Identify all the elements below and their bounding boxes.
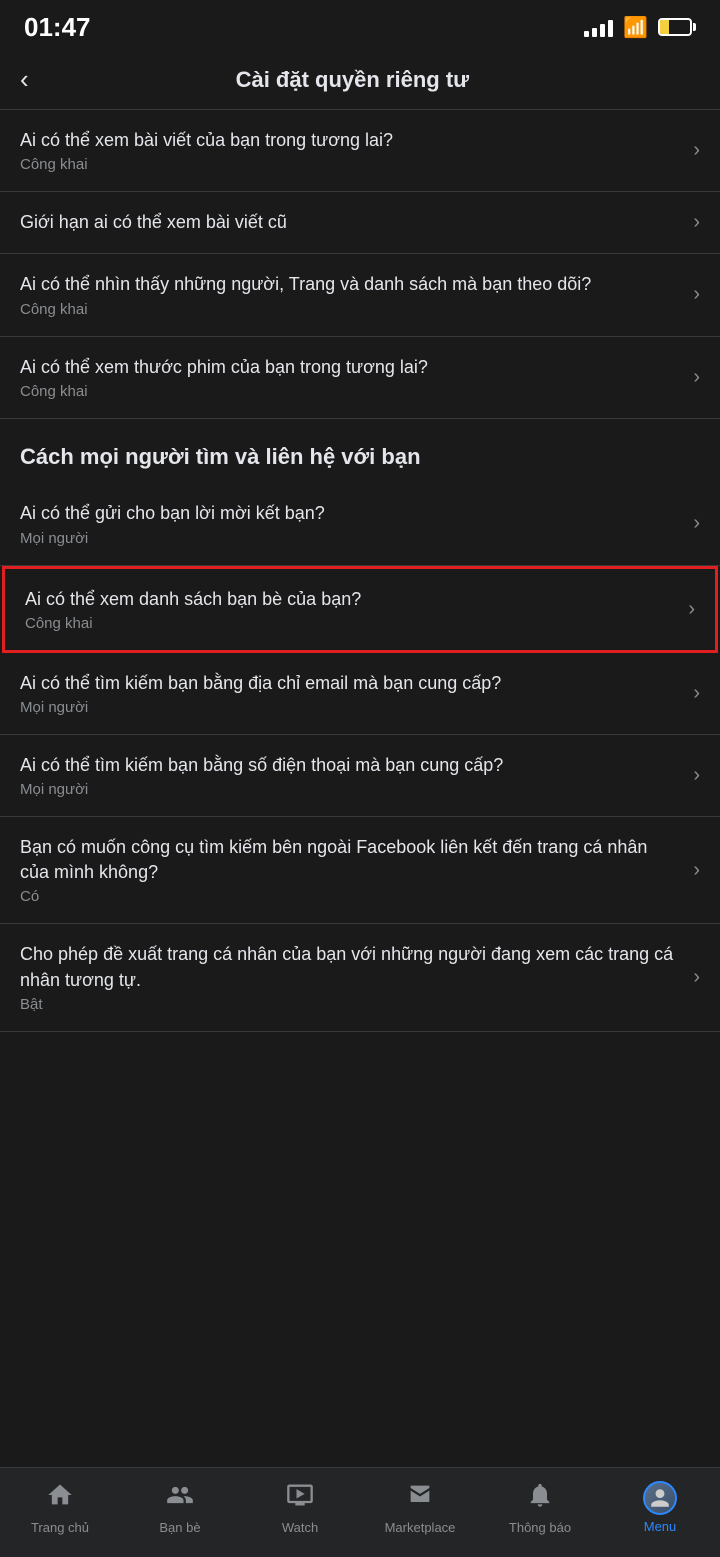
- chevron-icon: ›: [693, 366, 700, 389]
- settings-item-reels[interactable]: Ai có thể xem thước phim của bạn trong t…: [0, 337, 720, 419]
- nav-item-marketplace[interactable]: Marketplace: [360, 1468, 480, 1537]
- item-title: Ai có thể xem bài viết của bạn trong tươ…: [20, 128, 677, 153]
- settings-group-1: Ai có thể xem bài viết của bạn trong tươ…: [0, 110, 720, 419]
- item-subtitle: Có: [20, 888, 677, 905]
- home-icon: [46, 1481, 74, 1516]
- battery-icon: [658, 18, 696, 36]
- chevron-icon: ›: [693, 859, 700, 882]
- settings-item-search-phone[interactable]: Ai có thể tìm kiếm bạn bằng số điện thoạ…: [0, 735, 720, 817]
- status-icons: 📶: [584, 15, 696, 40]
- settings-item-suggest-profile[interactable]: Cho phép đề xuất trang cá nhân của bạn v…: [0, 924, 720, 1031]
- chevron-icon: ›: [693, 512, 700, 535]
- settings-item-follows[interactable]: Ai có thể nhìn thấy những người, Trang v…: [0, 254, 720, 336]
- item-title: Ai có thể nhìn thấy những người, Trang v…: [20, 272, 677, 297]
- nav-label-watch: Watch: [282, 1520, 318, 1535]
- nav-item-watch[interactable]: Watch: [240, 1468, 360, 1537]
- nav-item-home[interactable]: Trang chủ: [0, 1468, 120, 1537]
- item-subtitle: Công khai: [20, 301, 677, 318]
- page-title: Cài đặt quyền riêng tư: [45, 67, 660, 93]
- item-subtitle: Công khai: [25, 615, 672, 632]
- nav-item-notifications[interactable]: Thông báo: [480, 1468, 600, 1537]
- item-title: Giới hạn ai có thể xem bài viết cũ: [20, 210, 677, 235]
- item-subtitle: Công khai: [20, 156, 677, 173]
- marketplace-icon: [406, 1481, 434, 1516]
- item-subtitle: Bật: [20, 996, 677, 1013]
- friends-icon: [166, 1481, 194, 1516]
- chevron-icon: ›: [693, 682, 700, 705]
- header: ‹ Cài đặt quyền riêng tư: [0, 50, 720, 110]
- item-title: Ai có thể gửi cho bạn lời mời kết bạn?: [20, 501, 677, 526]
- chevron-icon: ›: [693, 966, 700, 989]
- nav-item-friends[interactable]: Bạn bè: [120, 1468, 240, 1537]
- section-heading-contact: Cách mọi người tìm và liên hệ với bạn: [0, 419, 720, 484]
- settings-content: Ai có thể xem bài viết của bạn trong tươ…: [0, 110, 720, 1127]
- bell-icon: [526, 1481, 554, 1516]
- nav-label-marketplace: Marketplace: [385, 1520, 456, 1535]
- back-button[interactable]: ‹: [20, 64, 29, 95]
- settings-item-friend-request[interactable]: Ai có thể gửi cho bạn lời mời kết bạn? M…: [0, 483, 720, 565]
- nav-label-menu: Menu: [644, 1519, 677, 1534]
- bottom-navigation: Trang chủ Bạn bè Watch Marketplace: [0, 1467, 720, 1557]
- settings-item-outside-search[interactable]: Bạn có muốn công cụ tìm kiếm bên ngoài F…: [0, 817, 720, 924]
- item-title: Ai có thể xem thước phim của bạn trong t…: [20, 355, 677, 380]
- nav-label-notifications: Thông báo: [509, 1520, 571, 1535]
- item-subtitle: Công khai: [20, 383, 677, 400]
- settings-group-contact: Ai có thể gửi cho bạn lời mời kết bạn? M…: [0, 483, 720, 1032]
- chevron-icon: ›: [693, 139, 700, 162]
- settings-item-friend-list[interactable]: Ai có thể xem danh sách bạn bè của bạn? …: [2, 566, 718, 653]
- item-title: Ai có thể xem danh sách bạn bè của bạn?: [25, 587, 672, 612]
- status-time: 01:47: [24, 12, 91, 43]
- wifi-icon: 📶: [623, 15, 648, 40]
- item-subtitle: Mọi người: [20, 699, 677, 716]
- settings-item-future-posts[interactable]: Ai có thể xem bài viết của bạn trong tươ…: [0, 110, 720, 192]
- chevron-icon: ›: [693, 211, 700, 234]
- nav-label-friends: Bạn bè: [159, 1520, 200, 1535]
- item-title: Ai có thể tìm kiếm bạn bằng địa chỉ emai…: [20, 671, 677, 696]
- nav-label-home: Trang chủ: [31, 1520, 89, 1535]
- chevron-icon: ›: [688, 598, 695, 621]
- status-bar: 01:47 📶: [0, 0, 720, 50]
- item-title: Bạn có muốn công cụ tìm kiếm bên ngoài F…: [20, 835, 677, 885]
- item-title: Ai có thể tìm kiếm bạn bằng số điện thoạ…: [20, 753, 677, 778]
- item-subtitle: Mọi người: [20, 530, 677, 547]
- settings-item-search-email[interactable]: Ai có thể tìm kiếm bạn bằng địa chỉ emai…: [0, 653, 720, 735]
- nav-item-menu[interactable]: Menu: [600, 1468, 720, 1537]
- menu-avatar: [643, 1481, 677, 1515]
- item-subtitle: Mọi người: [20, 781, 677, 798]
- signal-icon: [584, 17, 613, 37]
- watch-icon: [286, 1481, 314, 1516]
- settings-item-limit-old[interactable]: Giới hạn ai có thể xem bài viết cũ ›: [0, 192, 720, 254]
- chevron-icon: ›: [693, 283, 700, 306]
- item-title: Cho phép đề xuất trang cá nhân của bạn v…: [20, 942, 677, 992]
- chevron-icon: ›: [693, 764, 700, 787]
